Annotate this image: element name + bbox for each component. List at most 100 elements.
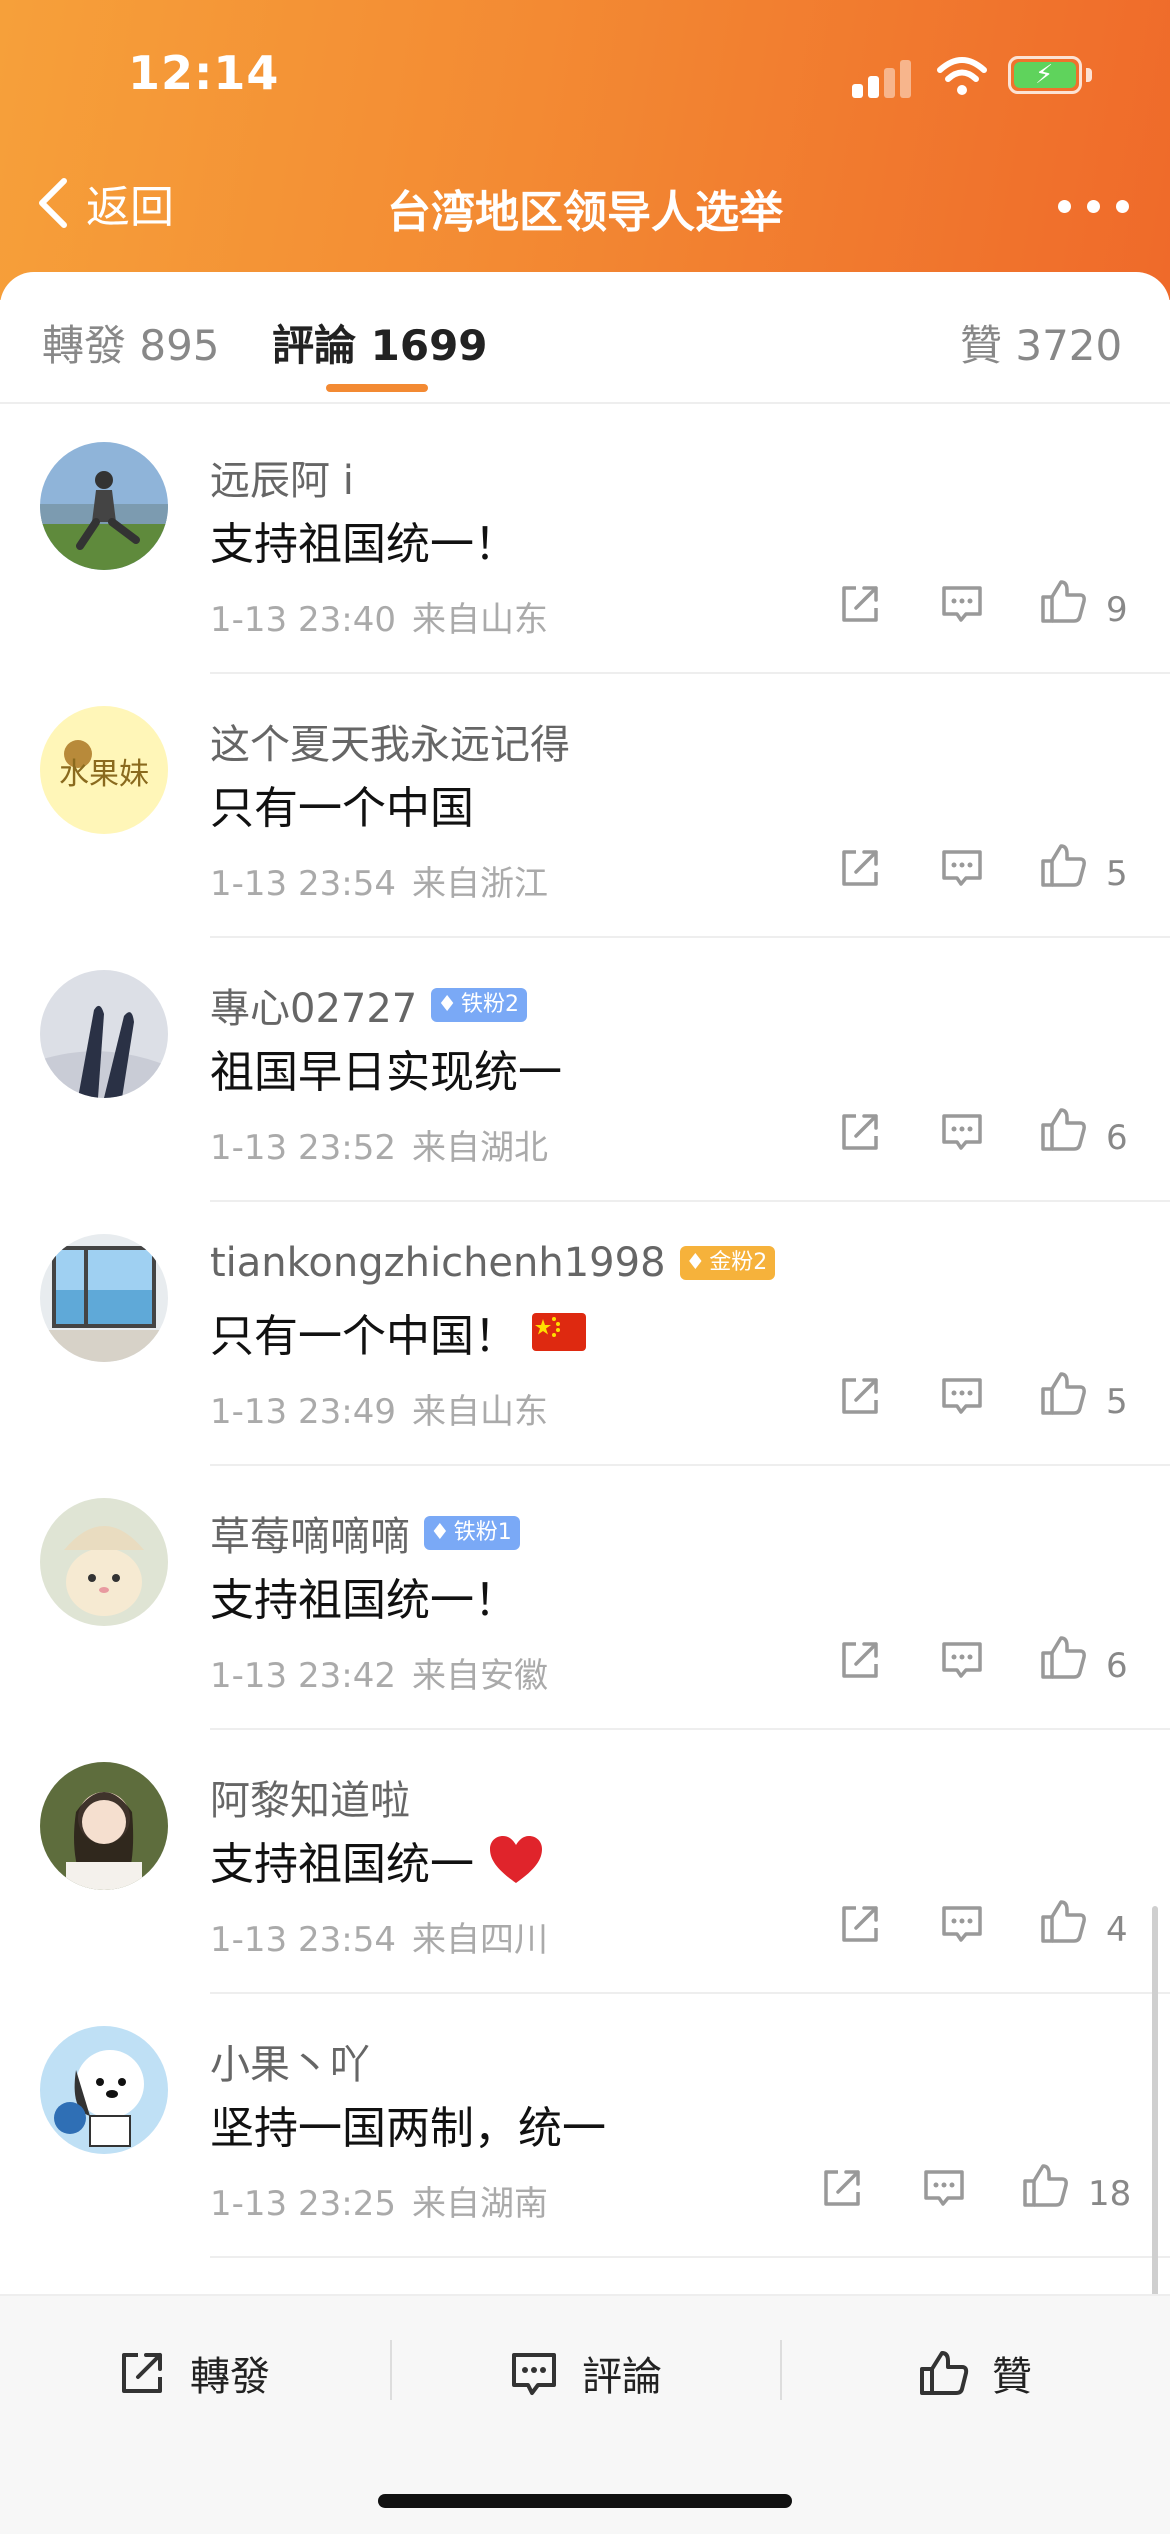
comment-row[interactable]: 草莓嘀嘀嘀 ♦ 铁粉1 支持祖国统一！ 1-13 23:42 来自安徽 6 [0, 1466, 1170, 1730]
comment-row[interactable]: 小果丶吖 坚持一国两制，统一 1-13 23:25 来自湖南 18 [0, 1994, 1170, 2258]
fan-badge-label: 铁粉2 [460, 992, 519, 1017]
comment-time: 1-13 23:54 [210, 864, 396, 904]
share-comment-button[interactable] [838, 1902, 882, 1946]
bottom-action-bar: 轉發 評論 贊 [0, 2294, 1170, 2534]
comment-text-content: 支持祖国统一 [210, 1839, 474, 1890]
more-icon[interactable] [1058, 200, 1130, 214]
like-icon [1041, 1108, 1086, 1151]
comment-row[interactable]: 專心02727 ♦ 铁粉2 祖国早日实现统一 1-13 23:52 来自湖北 6 [0, 938, 1170, 1202]
comment-button[interactable]: 評論 [508, 2338, 662, 2408]
reply-comment-button[interactable] [940, 582, 984, 626]
comment-username[interactable]: 專心02727 ♦ 铁粉2 [210, 976, 527, 1034]
reply-comment-button[interactable] [940, 1902, 984, 1946]
comment-time: 1-13 23:42 [210, 1656, 396, 1696]
avatar[interactable] [40, 1762, 168, 1890]
share-icon [842, 1378, 878, 1414]
comment-label: 評論 [582, 2354, 662, 2400]
comment-username[interactable]: 小果丶吖 [210, 2032, 370, 2090]
like-comment-button[interactable] [1040, 1106, 1088, 1152]
comment-icon [924, 2170, 964, 2206]
comment-time: 1-13 23:54 [210, 1920, 396, 1960]
like-icon [1041, 844, 1086, 887]
reply-comment-button[interactable] [922, 2166, 966, 2210]
comment-location: 来自四川 [411, 1920, 548, 1960]
comment-text-content: 支持祖国统一！ [210, 1575, 518, 1626]
tab-repost[interactable]: 轉發 895 [42, 312, 220, 373]
repost-label: 轉發 [190, 2354, 270, 2400]
like-comment-button[interactable] [1040, 578, 1088, 624]
comment-icon [942, 586, 982, 622]
avatar[interactable] [40, 970, 168, 1098]
like-comment-button[interactable] [1040, 1370, 1088, 1416]
status-time: 12:14 [128, 46, 280, 100]
comment-icon [942, 1906, 982, 1942]
comment-row[interactable]: 阿黎知道啦 支持祖国统一 1-13 23:54 来自四川 4 [0, 1730, 1170, 1994]
comment-text: 支持祖国统一！ [210, 1564, 518, 1628]
avatar[interactable]: 水果妹 [40, 706, 168, 834]
tab-bar: 轉發 895 評論 1699 贊 3720 [0, 272, 1170, 404]
like-count: 6 [1106, 1646, 1128, 1686]
comment-text: 只有一个中国！ [210, 1300, 586, 1364]
comment-meta: 1-13 23:49 来自山东 [210, 1384, 548, 1433]
comment-username[interactable]: 阿黎知道啦 [210, 1768, 410, 1826]
like-count: 6 [1106, 1118, 1128, 1158]
fan-badge-label: 金粉2 [709, 1250, 768, 1275]
comment-icon [942, 1378, 982, 1414]
tab-comments[interactable]: 評論 1699 [272, 312, 488, 373]
reply-comment-button[interactable] [940, 846, 984, 890]
comment-text: 祖国早日实现统一 [210, 1036, 562, 1100]
comment-username[interactable]: 远辰阿 i [210, 448, 354, 506]
avatar[interactable] [40, 1498, 168, 1626]
avatar[interactable] [40, 442, 168, 570]
comment-row[interactable]: 水果妹 这个夏天我永远记得 只有一个中国 1-13 23:54 来自浙江 5 [0, 674, 1170, 938]
share-comment-button[interactable] [838, 1638, 882, 1682]
repost-button[interactable]: 轉發 [116, 2338, 270, 2408]
comment-row[interactable]: 远辰阿 i 支持祖国统一！ 1-13 23:40 来自山东 9 [0, 410, 1170, 674]
comment-row[interactable]: tiankongzhichenh1998 ♦ 金粉2 只有一个中国！ 1-13 23… [0, 1202, 1170, 1466]
divider [780, 2340, 782, 2400]
comment-meta: 1-13 23:54 来自四川 [210, 1912, 548, 1961]
comment-meta: 1-13 23:54 来自浙江 [210, 856, 548, 905]
comment-username[interactable]: tiankongzhichenh1998 ♦ 金粉2 [210, 1240, 776, 1286]
comment-location: 来自浙江 [411, 864, 548, 904]
like-count: 5 [1106, 854, 1128, 894]
avatar[interactable] [40, 2026, 168, 2154]
like-comment-button[interactable] [1040, 842, 1088, 888]
china-flag-emoji [532, 1313, 586, 1351]
share-icon [824, 2170, 860, 2206]
battery-cap [1086, 68, 1092, 82]
share-icon [842, 1114, 878, 1150]
like-comment-button[interactable] [1040, 1898, 1088, 1944]
comment-text: 坚持一国两制，统一 [210, 2092, 606, 2156]
share-comment-button[interactable] [820, 2166, 864, 2210]
username-text: tiankongzhichenh1998 [210, 1240, 666, 1286]
like-count: 4 [1106, 1910, 1128, 1950]
scrollbar[interactable] [1152, 1906, 1158, 2298]
like-button[interactable]: 贊 [918, 2338, 1032, 2408]
like-comment-button[interactable] [1022, 2162, 1070, 2208]
avatar[interactable] [40, 1234, 168, 1362]
divider [0, 402, 1170, 404]
share-comment-button[interactable] [838, 1374, 882, 1418]
tab-likes[interactable]: 贊 3720 [960, 312, 1122, 373]
signal-icon [852, 58, 914, 98]
comment-text-content: 只有一个中国！ [210, 1311, 518, 1362]
like-icon [1041, 1372, 1086, 1415]
comment-text-content: 祖国早日实现统一 [210, 1047, 562, 1098]
like-comment-button[interactable] [1040, 1634, 1088, 1680]
share-comment-button[interactable] [838, 846, 882, 890]
comment-location: 来自安徽 [411, 1656, 548, 1696]
like-icon [1041, 1636, 1086, 1679]
like-label: 贊 [992, 2354, 1032, 2400]
share-comment-button[interactable] [838, 1110, 882, 1154]
comment-time: 1-13 23:25 [210, 2184, 396, 2224]
reply-comment-button[interactable] [940, 1638, 984, 1682]
comment-username[interactable]: 这个夏天我永远记得 [210, 712, 570, 770]
comment-username[interactable]: 草莓嘀嘀嘀 ♦ 铁粉1 [210, 1504, 520, 1562]
reply-comment-button[interactable] [940, 1110, 984, 1154]
reply-comment-button[interactable] [940, 1374, 984, 1418]
share-icon [842, 586, 878, 622]
comment-text: 支持祖国统一 [210, 1828, 544, 1892]
share-comment-button[interactable] [838, 582, 882, 626]
divider [210, 2256, 1170, 2258]
